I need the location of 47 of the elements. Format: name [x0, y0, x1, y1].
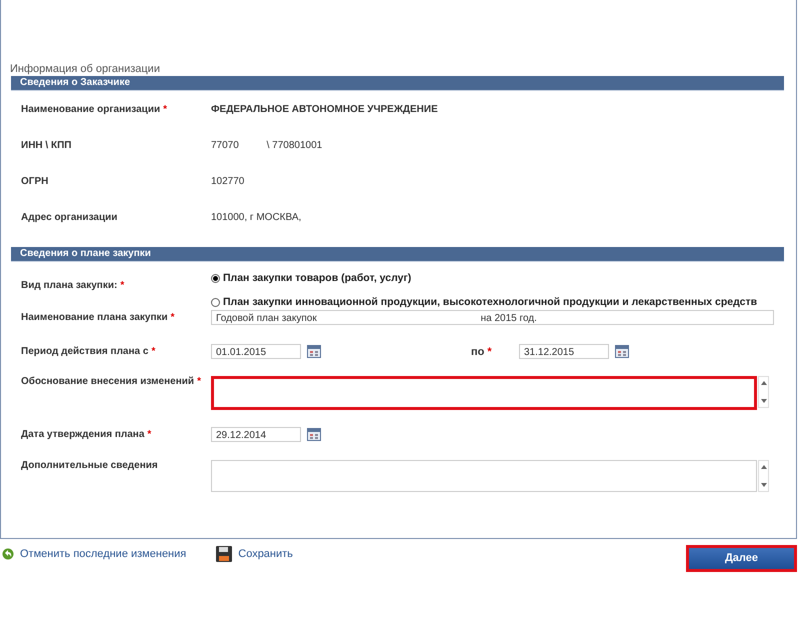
section-header: Сведения о плане закупки — [11, 247, 784, 262]
calendar-icon[interactable] — [307, 428, 321, 441]
field-label: Наименование плана закупки — [21, 312, 168, 323]
required-mark: * — [487, 346, 492, 358]
radio-button[interactable] — [211, 298, 220, 306]
radio-label[interactable]: План закупки товаров (работ, услуг) — [223, 272, 412, 284]
scroll-up-icon[interactable] — [760, 465, 766, 469]
section-header: Сведения о Заказчике — [11, 76, 784, 91]
field-value: ФЕДЕРАЛЬНОЕ АВТОНОМНОЕ УЧРЕЖДЕНИЕ — [211, 104, 438, 114]
field-label: Обоснование внесения изменений — [21, 376, 194, 387]
field-label: Период действия плана с — [21, 346, 148, 357]
field-label: Вид плана закупки: — [21, 280, 118, 290]
radio-label[interactable]: План закупки инновационной продукции, высокотехнологичной продукции и лекарственных средств — [223, 296, 758, 308]
date-field[interactable]: 29.12.2014 — [211, 427, 301, 442]
required-mark: * — [170, 312, 175, 323]
required-mark: * — [151, 346, 156, 357]
field-label: ИНН \ КПП — [21, 140, 72, 150]
field-label: по — [471, 346, 484, 358]
undo-icon — [2, 548, 14, 560]
field-label: ОГРН — [21, 176, 48, 186]
input-field[interactable]: Годовой план закупок на 2015 год. — [211, 310, 774, 325]
scroll-down-icon[interactable] — [760, 399, 766, 403]
date-field[interactable]: 01.01.2015 — [211, 344, 301, 359]
scrollbar[interactable] — [758, 460, 769, 492]
field-value: 102770 — [211, 176, 244, 186]
next-button[interactable]: Далее — [686, 544, 797, 572]
field-value: 77070 \ 770801001 — [211, 140, 322, 150]
save-link[interactable]: Сохранить — [216, 546, 293, 562]
required-mark: * — [147, 429, 152, 440]
field-label: Адрес организации — [21, 212, 118, 222]
calendar-icon[interactable] — [307, 345, 321, 358]
text-area[interactable] — [211, 376, 757, 410]
radio-button[interactable] — [211, 274, 220, 282]
calendar-icon[interactable] — [615, 345, 629, 358]
scroll-down-icon[interactable] — [760, 483, 766, 487]
field-label: Дополнительные сведения — [21, 460, 158, 471]
field-label: Дата утверждения плана — [21, 429, 144, 440]
undo-link[interactable]: Отменить последние изменения — [2, 548, 186, 560]
scroll-up-icon[interactable] — [760, 381, 766, 385]
required-mark: * — [163, 104, 168, 114]
field-value: 101000, г МОСКВА, — [211, 212, 302, 222]
required-mark: * — [120, 280, 124, 290]
required-mark: * — [197, 376, 201, 387]
scrollbar[interactable] — [758, 376, 769, 408]
page-title: Информация об организации — [9, 62, 161, 76]
field-label: Наименование организации — [21, 104, 160, 114]
date-field[interactable]: 31.12.2015 — [519, 344, 609, 359]
